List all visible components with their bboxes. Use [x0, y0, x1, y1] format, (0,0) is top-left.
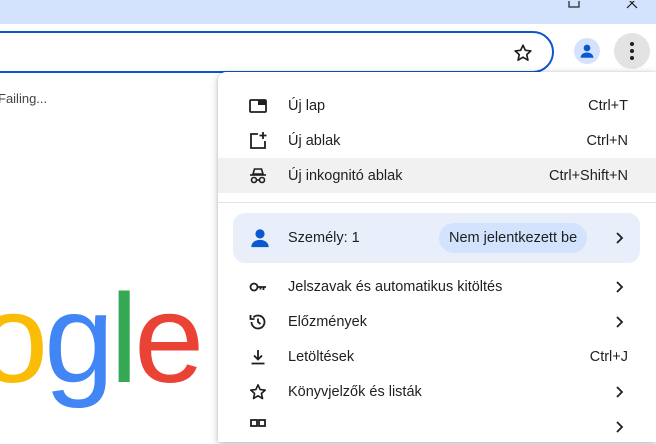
chevron-right-icon: [616, 281, 624, 293]
restore-button[interactable]: [566, 0, 582, 10]
window-titlebar: [0, 0, 656, 24]
menu-item-label: Könyvjelzők és listák: [288, 383, 422, 400]
page-status-text: Failing...: [0, 91, 48, 106]
menu-item-history[interactable]: Előzmények: [218, 304, 656, 339]
logo-letter: e: [134, 268, 204, 409]
menu-item-new-incognito-window[interactable]: Új inkognitó ablak Ctrl+Shift+N: [218, 158, 656, 193]
download-icon: [251, 350, 265, 365]
person-icon: [251, 229, 269, 248]
new-tab-icon: [249, 99, 267, 113]
menu-item-extensions[interactable]: [218, 409, 656, 444]
history-icon: [249, 314, 266, 330]
menu-divider: [218, 202, 656, 203]
profile-button[interactable]: [574, 38, 600, 64]
menu-item-shortcut: Ctrl+J: [589, 348, 628, 365]
restore-icon: [568, 1, 580, 8]
close-icon: [626, 1, 638, 9]
chevron-right-icon: [616, 232, 624, 244]
person-icon: [580, 44, 594, 58]
menu-item-label: Új lap: [288, 97, 326, 114]
chevron-right-icon: [616, 421, 624, 433]
logo-letter: l: [110, 268, 138, 409]
extensions-icon: [250, 419, 266, 427]
menu-item-shortcut: Ctrl+N: [586, 132, 629, 149]
chrome-main-menu: Új lap Ctrl+T Új ablak Ctrl+N Új inkogni…: [218, 72, 656, 442]
bookmark-star-button[interactable]: [512, 42, 538, 64]
google-logo: ogle: [0, 276, 204, 402]
menu-item-label: Új inkognitó ablak: [288, 167, 403, 184]
profile-row[interactable]: Személy: 1 Nem jelentkezett be: [233, 213, 640, 263]
sign-in-status-badge[interactable]: Nem jelentkezett be: [439, 223, 588, 253]
menu-item-new-window[interactable]: Új ablak Ctrl+N: [218, 123, 656, 158]
close-window-button[interactable]: [624, 0, 640, 10]
menu-item-passwords-autofill[interactable]: Jelszavak és automatikus kitöltés: [218, 269, 656, 304]
star-outline-icon: [514, 44, 532, 61]
menu-item-label: Jelszavak és automatikus kitöltés: [288, 278, 503, 295]
key-icon: [249, 282, 266, 292]
logo-letter: g: [44, 268, 114, 409]
menu-item-label: Letöltések: [288, 348, 355, 365]
chevron-right-icon: [616, 316, 624, 328]
chevron-right-icon: [616, 386, 624, 398]
new-window-icon: [250, 132, 267, 149]
menu-item-label: Előzmények: [288, 313, 367, 330]
menu-item-downloads[interactable]: Letöltések Ctrl+J: [218, 339, 656, 374]
three-dots-vertical-icon: [630, 42, 634, 60]
menu-item-label: Új ablak: [288, 132, 341, 149]
menu-item-shortcut: Ctrl+T: [588, 97, 628, 114]
incognito-icon: [250, 168, 266, 184]
logo-letter: o: [0, 268, 48, 409]
menu-item-shortcut: Ctrl+Shift+N: [549, 167, 628, 184]
star-icon: [250, 384, 266, 400]
chrome-menu-button[interactable]: [614, 33, 650, 69]
menu-item-bookmarks-lists[interactable]: Könyvjelzők és listák: [218, 374, 656, 409]
profile-name: Személy: 1: [288, 230, 360, 246]
address-bar[interactable]: [0, 31, 554, 73]
menu-item-new-tab[interactable]: Új lap Ctrl+T: [218, 88, 656, 123]
